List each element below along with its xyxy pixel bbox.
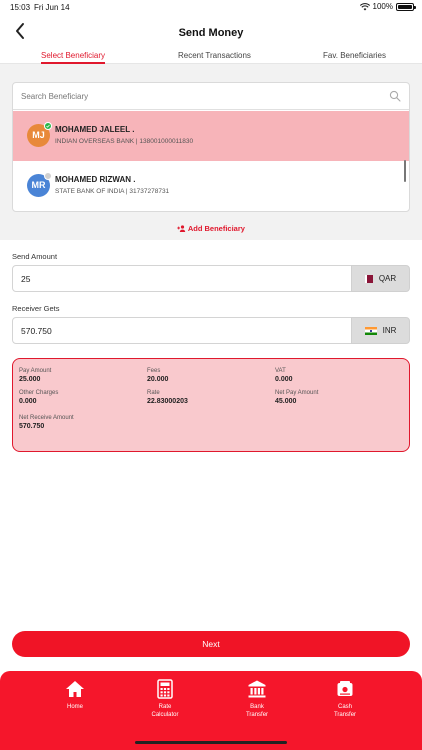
calculator-icon [157, 679, 173, 699]
unselected-badge-icon [44, 172, 52, 180]
wifi-icon [359, 2, 370, 10]
nav-home[interactable]: Home [45, 679, 105, 711]
add-beneficiary-button[interactable]: Add Beneficiary [0, 224, 422, 233]
send-amount-input[interactable] [12, 265, 352, 292]
send-amount-label: Send Amount [12, 252, 58, 261]
summary-vat: VAT 0.000 [275, 368, 293, 383]
check-badge-icon [44, 122, 52, 130]
nav-cash-transfer[interactable]: Cash Transfer [315, 679, 375, 719]
tab-recent-transactions[interactable]: Recent Transactions [178, 51, 251, 60]
beneficiary-name: MOHAMED JALEEL . [55, 125, 135, 134]
status-time: 15:03 [10, 3, 31, 12]
receive-currency-code: INR [382, 326, 397, 335]
list-scrollbar[interactable] [404, 160, 406, 182]
beneficiary-detail: STATE BANK OF INDIA | 31737278731 [55, 188, 170, 195]
summary-pay-amount: Pay Amount 25.000 [19, 368, 52, 383]
summary-net-receive-amount: Net Receive Amount 570.750 [19, 415, 74, 430]
tab-bar: Select Beneficiary Recent Transactions F… [0, 48, 422, 64]
summary-rate: Rate 22.83000203 [147, 390, 188, 405]
status-date: Fri Jun 14 [34, 3, 70, 12]
search-bar [13, 83, 409, 110]
page-title: Send Money [178, 27, 244, 39]
send-currency-code: QAR [378, 274, 397, 283]
beneficiary-item[interactable]: MJ MOHAMED JALEEL . INDIAN OVERSEAS BANK… [13, 111, 409, 161]
battery-percent: 100% [372, 2, 393, 11]
add-beneficiary-label: Add Beneficiary [187, 224, 245, 233]
nav-rate-calculator[interactable]: Rate Calculator [135, 679, 195, 719]
tab-select-beneficiary[interactable]: Select Beneficiary [41, 51, 106, 64]
qatar-flag-icon [364, 274, 373, 283]
transfer-summary: Pay Amount 25.000 Fees 20.000 VAT 0.000 … [12, 358, 410, 452]
beneficiary-item[interactable]: MR MOHAMED RIZWAN . STATE BANK OF INDIA … [13, 161, 409, 211]
next-button[interactable]: Next [12, 631, 410, 657]
status-bar: 15:03 Fri Jun 14 100% [0, 0, 422, 16]
bank-icon [248, 680, 266, 698]
nav-rate-calculator-label: Rate Calculator [151, 704, 179, 718]
search-input[interactable] [21, 89, 381, 104]
nav-home-label: Home [66, 704, 83, 710]
status-right: 100% [359, 2, 416, 11]
header: Send Money [0, 16, 422, 48]
home-indicator [135, 741, 287, 744]
nav-cash-transfer-label: Cash Transfer [333, 704, 357, 718]
nav-bank-transfer[interactable]: Bank Transfer [227, 679, 287, 719]
tab-fav-beneficiaries[interactable]: Fav. Beneficiaries [323, 51, 386, 60]
receiver-gets-input[interactable] [12, 317, 352, 344]
india-flag-icon [364, 326, 377, 335]
cash-icon [337, 681, 353, 696]
add-user-icon [177, 225, 186, 232]
beneficiary-name: MOHAMED RIZWAN . [55, 175, 136, 184]
home-icon [66, 681, 84, 697]
search-icon[interactable] [389, 90, 401, 102]
summary-fees: Fees 20.000 [147, 368, 169, 383]
receiver-gets-label: Receiver Gets [12, 304, 60, 313]
receive-currency-selector[interactable]: INR [351, 317, 410, 344]
battery-icon [396, 2, 416, 11]
send-currency-selector[interactable]: QAR [351, 265, 410, 292]
nav-bank-transfer-label: Bank Transfer [245, 704, 269, 718]
bottom-nav: Home Rate Calculator Bank Transfer Cash … [0, 671, 422, 750]
beneficiary-list: MJ MOHAMED JALEEL . INDIAN OVERSEAS BANK… [12, 82, 410, 212]
summary-net-pay-amount: Net Pay Amount 45.000 [275, 390, 319, 405]
summary-other-charges: Other Charges 0.000 [19, 390, 59, 405]
beneficiary-detail: INDIAN OVERSEAS BANK | 138001000011830 [55, 138, 194, 145]
